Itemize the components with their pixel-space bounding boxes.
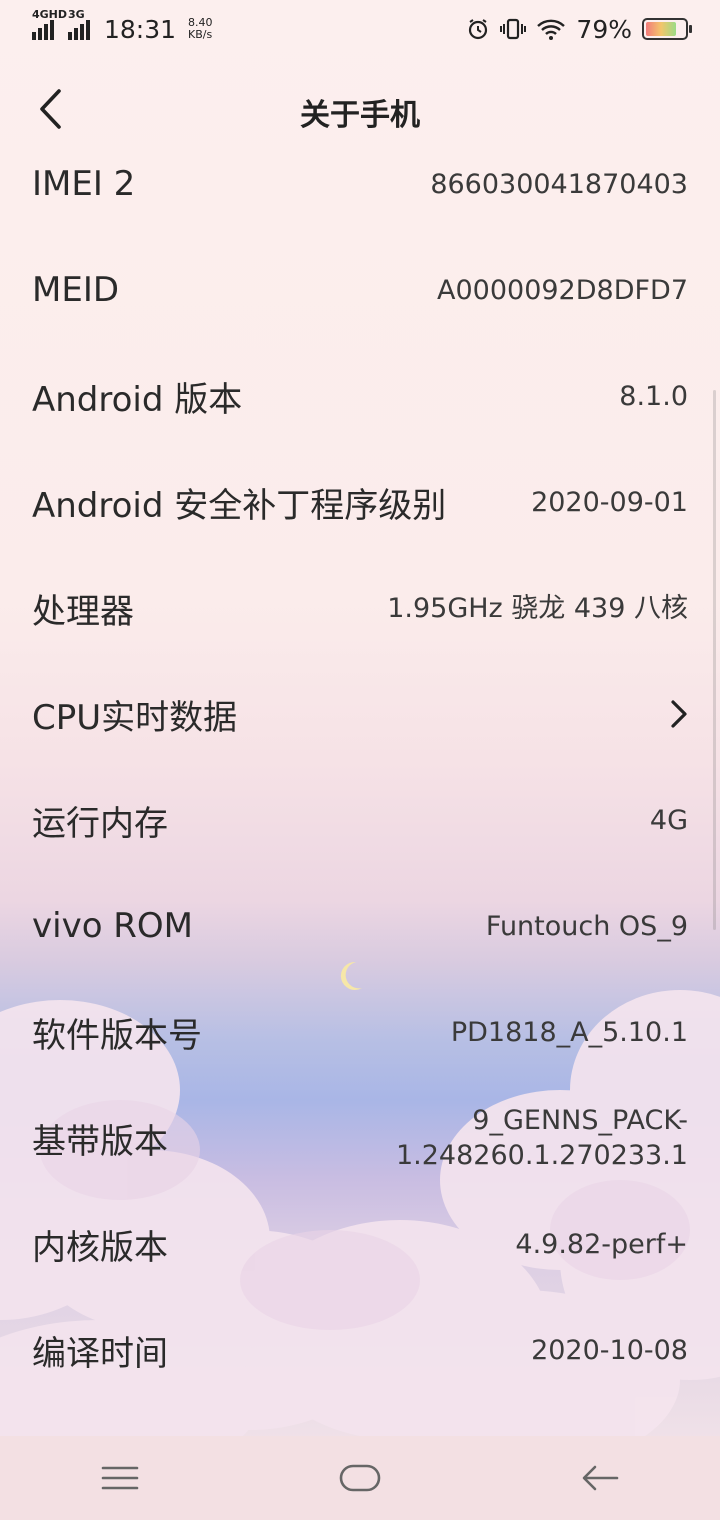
row-meid: MEID A0000092D8DFD7: [0, 237, 720, 343]
row-label: 运行内存: [32, 803, 168, 844]
row-label: 基带版本: [32, 1121, 168, 1162]
signal-icon: 4GHD: [32, 8, 67, 40]
home-icon: [339, 1464, 381, 1492]
navigation-bar: [0, 1436, 720, 1520]
row-label: 处理器: [32, 591, 134, 632]
speed-unit: KB/s: [188, 28, 213, 41]
row-value: 866030041870403: [430, 168, 688, 200]
row-label: IMEI 2: [32, 164, 136, 204]
row-value: 4G: [649, 804, 688, 836]
row-label: vivo ROM: [32, 906, 194, 946]
row-value: PD1818_A_5.10.1: [450, 1016, 688, 1048]
row-value-line: 1.248260.1.270233.1: [395, 1140, 688, 1171]
row-software-version: 软件版本号 PD1818_A_5.10.1: [0, 979, 720, 1085]
row-label: CPU实时数据: [32, 697, 238, 738]
row-baseband: 基带版本 9_GENNS_PACK- 1.248260.1.270233.1: [0, 1085, 720, 1191]
network-speed: 8.40 KB/s: [188, 17, 213, 41]
row-value: Funtouch OS_9: [485, 910, 688, 942]
back-arrow-icon: [582, 1465, 619, 1491]
row-label: Android 版本: [32, 379, 243, 420]
row-android-version: Android 版本 8.1.0: [0, 343, 720, 449]
battery-percent: 79%: [576, 14, 632, 44]
row-ram: 运行内存 4G: [0, 767, 720, 873]
row-value-line: 9_GENNS_PACK-: [472, 1105, 688, 1136]
row-value: 2020-10-08: [531, 1334, 688, 1366]
row-kernel: 内核版本 4.9.82-perf+: [0, 1191, 720, 1297]
row-value: 1.95GHz 骁龙 439 八核: [387, 592, 688, 624]
row-value: 2020-09-01: [531, 486, 688, 518]
menu-icon: [101, 1466, 139, 1490]
row-label: Android 安全补丁程序级别: [32, 485, 447, 526]
row-security-patch: Android 安全补丁程序级别 2020-09-01: [0, 449, 720, 555]
row-imei2: IMEI 2 866030041870403: [0, 131, 720, 237]
signal-icon-2: 3G: [68, 8, 90, 40]
battery-icon: [642, 18, 692, 40]
wifi-icon: [537, 19, 566, 40]
page-title: 关于手机: [300, 98, 420, 133]
network-type-label-2: 3G: [68, 8, 85, 21]
home-button[interactable]: [310, 1448, 410, 1508]
row-label: 内核版本: [32, 1227, 168, 1268]
alarm-icon: [469, 19, 488, 40]
status-bar: 4GHD 3G 18:31 8.40 KB/s 79%: [0, 0, 720, 58]
row-value: 9_GENNS_PACK- 1.248260.1.270233.1: [396, 1103, 688, 1173]
row-cpu-realtime[interactable]: CPU实时数据: [0, 661, 720, 767]
row-processor: 处理器 1.95GHz 骁龙 439 八核: [0, 555, 720, 661]
row-build-time: 编译时间 2020-10-08: [0, 1297, 720, 1403]
row-value: A0000092D8DFD7: [437, 274, 688, 306]
row-label: 软件版本号: [32, 1015, 202, 1056]
vibrate-icon: [500, 18, 527, 40]
row-vivo-rom: vivo ROM Funtouch OS_9: [0, 873, 720, 979]
network-type-label: 4GHD: [32, 8, 68, 21]
clock: 18:31: [104, 14, 177, 44]
row-label: MEID: [32, 270, 120, 310]
row-label: 编译时间: [32, 1333, 168, 1374]
row-value: 4.9.82-perf+: [515, 1228, 688, 1260]
chevron-right-icon: [670, 699, 688, 729]
row-value: 8.1.0: [619, 380, 688, 412]
menu-button[interactable]: [70, 1448, 170, 1508]
nav-back-button[interactable]: [550, 1448, 650, 1508]
